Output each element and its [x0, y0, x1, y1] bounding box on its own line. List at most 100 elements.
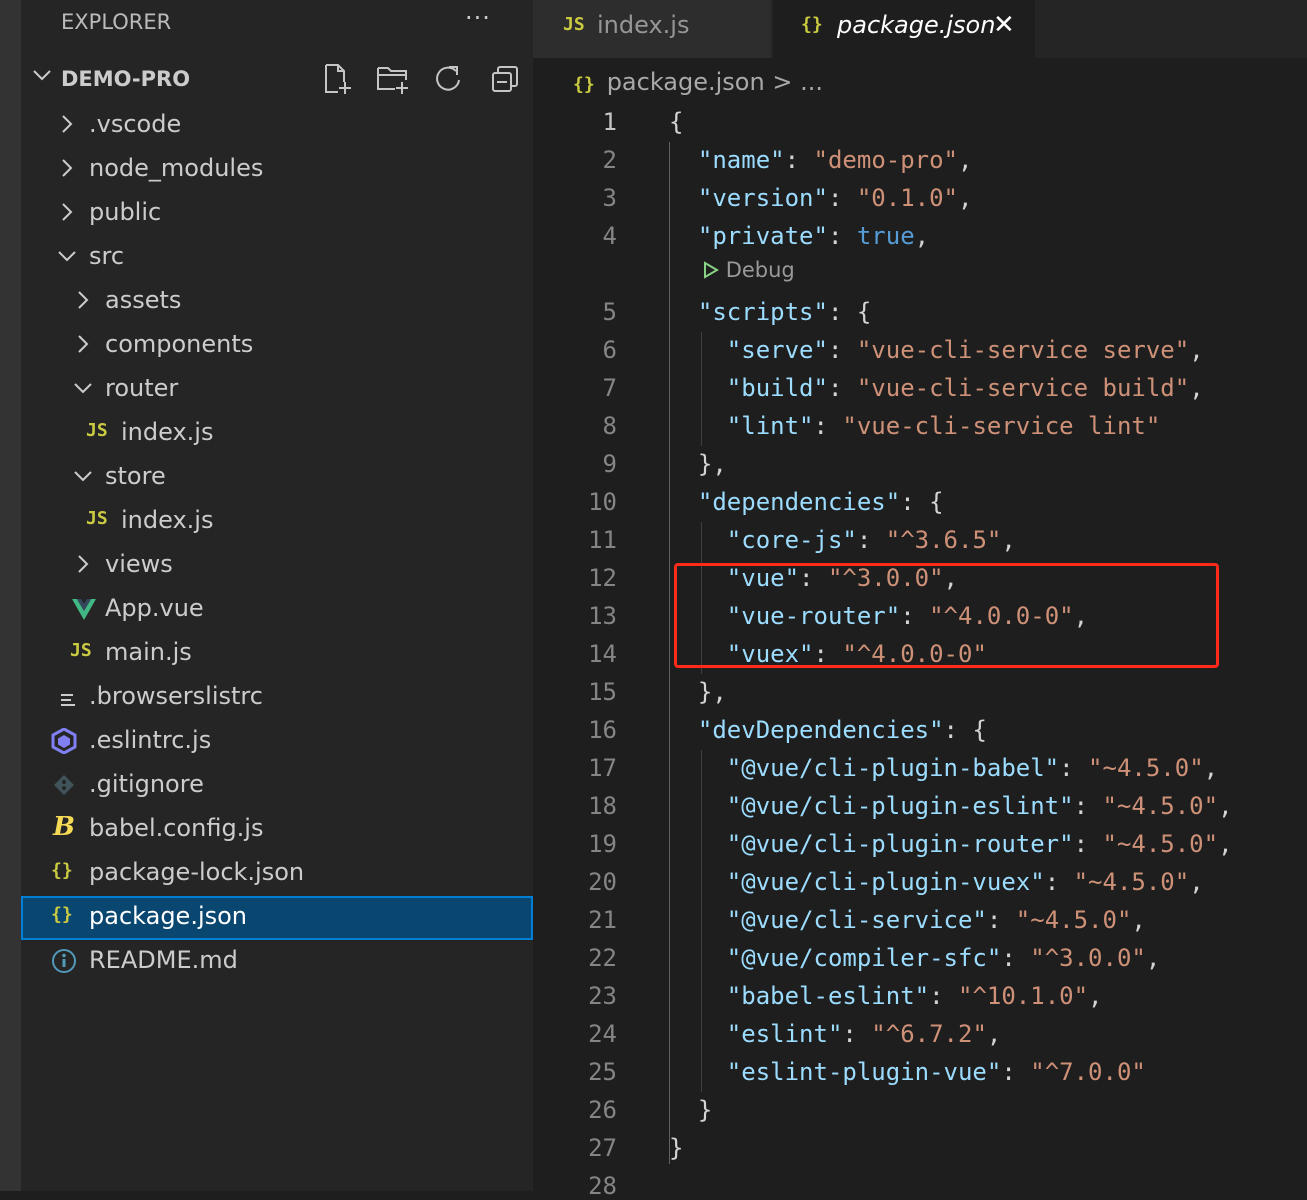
code-token: , — [986, 1020, 1002, 1048]
code-token: , — [1088, 982, 1103, 1010]
code-line: } — [669, 1096, 712, 1124]
tree-item-label: node_modules — [89, 154, 264, 182]
workspace-root[interactable]: DEMO-PRO — [21, 58, 533, 102]
tree-item-babel-config-js[interactable]: B babel.config.js — [21, 808, 533, 852]
code-token: : — [1073, 830, 1103, 858]
code-token: "name" — [697, 146, 785, 174]
tree-item-readme-md[interactable]: README.md — [21, 940, 533, 984]
line-number: 24 — [588, 1020, 617, 1048]
collapse-all-icon[interactable] — [489, 62, 523, 100]
tree-item-vscode[interactable]: .vscode — [21, 104, 533, 148]
line-number: 25 — [588, 1058, 617, 1086]
tree-item-label: views — [105, 550, 173, 578]
tree-item-gitignore[interactable]: .gitignore — [21, 764, 533, 808]
code-token: "core-js" — [726, 526, 857, 554]
tree-item-browserslistrc[interactable]: .browserslistrc — [21, 676, 533, 720]
line-number: 3 — [602, 184, 617, 212]
tree-item-store-index-js[interactable]: JS index.js — [21, 500, 533, 544]
code-token: "@vue/compiler-sfc" — [726, 944, 1002, 972]
tree-item-package-json[interactable]: {} package.json — [21, 896, 533, 940]
code-token: "babel-eslint" — [726, 982, 930, 1010]
line-number: 10 — [588, 488, 617, 516]
code-token: "vue-cli-service build" — [856, 374, 1190, 402]
line-number: 1 — [602, 108, 617, 136]
tree-item-package-lock-json[interactable]: {} package-lock.json — [21, 852, 533, 896]
explorer-title: EXPLORER — [61, 10, 172, 34]
tree-item-assets[interactable]: assets — [21, 280, 533, 324]
tab-index-js[interactable]: JS index.js — [533, 0, 771, 58]
code-line: "version": "0.1.0", — [669, 184, 973, 212]
tree-item-label: src — [89, 242, 125, 270]
code-token: "^3.0.0" — [1030, 944, 1146, 972]
code-token: , — [1203, 754, 1219, 782]
new-file-icon[interactable] — [321, 62, 355, 100]
eslint-file-icon — [51, 727, 77, 760]
code-token: "vue-cli-service serve" — [856, 336, 1190, 364]
code-token: : — [827, 184, 857, 212]
tree-item-eslintrc-js[interactable]: .eslintrc.js — [21, 720, 533, 764]
more-actions-icon[interactable]: ··· — [465, 4, 491, 32]
code-token: "version" — [697, 184, 828, 212]
chevron-down-icon — [56, 245, 78, 273]
code-token: "private" — [697, 222, 828, 250]
line-number: 21 — [588, 906, 617, 934]
js-file-icon: JS — [563, 14, 585, 35]
code-token: , — [1145, 944, 1161, 972]
tree-item-label: .vscode — [89, 110, 182, 138]
code-line: "core-js": "^3.6.5", — [669, 526, 1016, 554]
chevron-right-icon — [75, 553, 91, 581]
code-token: "^7.0.0" — [1030, 1058, 1146, 1086]
refresh-icon[interactable] — [431, 62, 465, 100]
line-number: 28 — [588, 1172, 617, 1200]
code-token: : — [1059, 754, 1089, 782]
tree-item-views[interactable]: views — [21, 544, 533, 588]
code-token: "@vue/cli-plugin-vuex" — [726, 868, 1045, 896]
tree-item-components[interactable]: components — [21, 324, 533, 368]
code-token: : — [827, 222, 857, 250]
tree-item-main-js[interactable]: JS main.js — [21, 632, 533, 676]
line-number: 18 — [588, 792, 617, 820]
chevron-right-icon — [59, 201, 75, 229]
list-file-icon — [59, 688, 77, 716]
tree-item-router-index-js[interactable]: JS index.js — [21, 412, 533, 456]
new-folder-icon[interactable] — [375, 62, 411, 100]
code-token: : { — [943, 716, 987, 744]
code-token: , — [1131, 906, 1146, 934]
tree-item-store[interactable]: store — [21, 456, 533, 500]
code-line: }, — [669, 678, 727, 706]
code-token: , — [1218, 792, 1233, 820]
tree-item-label: README.md — [89, 946, 238, 974]
code-token: "scripts" — [697, 298, 828, 326]
tree-item-public[interactable]: public — [21, 192, 533, 236]
code-line: "devDependencies": { — [669, 716, 987, 744]
code-token: "@vue/cli-plugin-babel" — [726, 754, 1060, 782]
code-token: "~4.5.0" — [1102, 830, 1219, 858]
tab-bar: JS index.js {} package.json ✕ — [533, 0, 1307, 58]
code-line: "@vue/cli-plugin-babel": "~4.5.0", — [669, 754, 1218, 782]
tree-item-node-modules[interactable]: node_modules — [21, 148, 533, 192]
line-number: 13 — [588, 602, 617, 630]
code-token: "devDependencies" — [697, 716, 944, 744]
tab-package-json[interactable]: {} package.json ✕ — [773, 0, 1035, 58]
debug-codelens[interactable]: Debug — [703, 258, 795, 282]
tree-item-label: router — [105, 374, 179, 402]
tree-item-app-vue[interactable]: App.vue — [21, 588, 533, 632]
code-token: , — [914, 222, 930, 250]
tree-item-label: components — [105, 330, 254, 358]
close-icon[interactable]: ✕ — [993, 10, 1015, 40]
breadcrumb-symbol[interactable]: ... — [800, 68, 823, 96]
chevron-right-icon — [59, 113, 75, 141]
code-token: : — [813, 412, 843, 440]
code-token: "serve" — [726, 336, 828, 364]
code-token: : — [842, 1020, 872, 1048]
breadcrumb-file[interactable]: package.json — [607, 68, 765, 96]
tree-item-src[interactable]: src — [21, 236, 533, 280]
tree-item-router[interactable]: router — [21, 368, 533, 412]
code-token: "@vue/cli-plugin-eslint" — [726, 792, 1074, 820]
workspace-root-label: DEMO-PRO — [61, 67, 191, 91]
code-token: } — [669, 1134, 684, 1162]
